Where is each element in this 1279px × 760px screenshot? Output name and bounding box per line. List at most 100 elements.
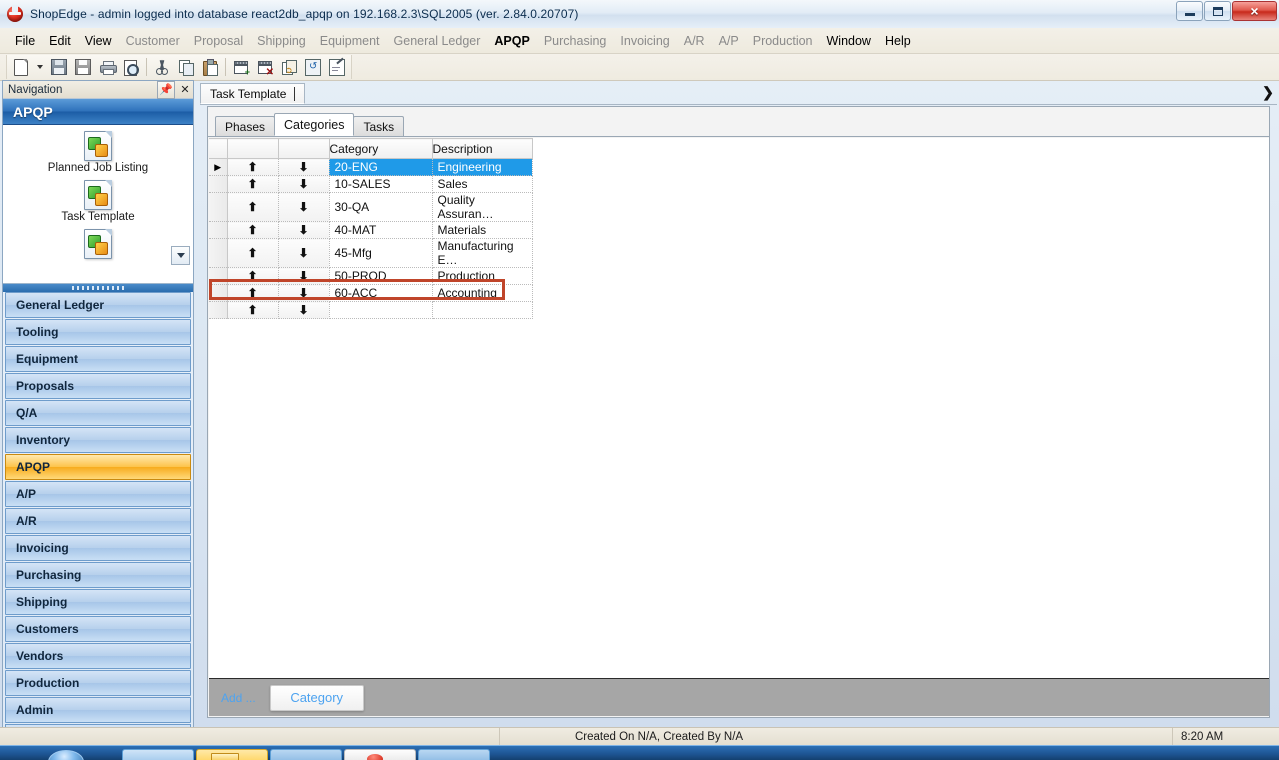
move-up-button[interactable]: ⬆ bbox=[227, 238, 279, 268]
cell-category[interactable]: 60-ACC bbox=[329, 284, 433, 302]
table-row[interactable]: ⬆ ⬇ 10-SALES Sales bbox=[209, 175, 533, 193]
grid-header-category[interactable]: Category bbox=[329, 138, 433, 159]
sidebar-item-general-ledger[interactable]: General Ledger bbox=[5, 292, 191, 318]
move-up-button[interactable]: ⬆ bbox=[227, 221, 279, 239]
save-button[interactable] bbox=[48, 56, 70, 78]
navigation-scroll-down-button[interactable] bbox=[171, 246, 190, 265]
tab-phases[interactable]: Phases bbox=[215, 116, 276, 136]
sidebar-item-invoicing[interactable]: Invoicing bbox=[5, 535, 191, 561]
sidebar-item-proposals[interactable]: Proposals bbox=[5, 373, 191, 399]
copy-button[interactable] bbox=[175, 56, 197, 78]
menu-item-purchasing[interactable]: Purchasing bbox=[537, 31, 614, 51]
close-icon[interactable]: ✕ bbox=[177, 82, 193, 98]
cut-button[interactable] bbox=[151, 56, 173, 78]
menu-item-invoicing[interactable]: Invoicing bbox=[613, 31, 676, 51]
cell-description[interactable]: Materials bbox=[432, 221, 533, 239]
move-up-button[interactable]: ⬆ bbox=[227, 301, 279, 319]
cell-category[interactable]: 40-MAT bbox=[329, 221, 433, 239]
sidebar-item-inventory[interactable]: Inventory bbox=[5, 427, 191, 453]
menu-item-general-ledger[interactable]: General Ledger bbox=[387, 31, 488, 51]
move-down-button[interactable]: ⬇ bbox=[278, 284, 330, 302]
nav-entry-planned-job-listing[interactable]: Planned Job Listing bbox=[3, 125, 193, 174]
menu-item-shipping[interactable]: Shipping bbox=[250, 31, 313, 51]
sidebar-item-qa[interactable]: Q/A bbox=[5, 400, 191, 426]
move-down-button[interactable]: ⬇ bbox=[278, 158, 330, 176]
move-up-button[interactable]: ⬆ bbox=[227, 267, 279, 285]
categories-grid[interactable]: Category Description ▶ ⬆ ⬇ 20-ENG Engine… bbox=[209, 138, 1269, 683]
move-down-button[interactable]: ⬇ bbox=[278, 192, 330, 222]
save-all-button[interactable] bbox=[72, 56, 94, 78]
sidebar-item-purchasing[interactable]: Purchasing bbox=[5, 562, 191, 588]
menu-item-proposal[interactable]: Proposal bbox=[187, 31, 250, 51]
cell-description[interactable]: Production bbox=[432, 267, 533, 285]
menu-item-file[interactable]: File bbox=[8, 31, 42, 51]
new-document-dropdown-button[interactable] bbox=[34, 56, 46, 78]
taskbar-button[interactable] bbox=[344, 749, 416, 760]
sidebar-item-ar[interactable]: A/R bbox=[5, 508, 191, 534]
new-document-button[interactable] bbox=[10, 56, 32, 78]
navigation-splitter[interactable] bbox=[3, 284, 193, 292]
cell-category[interactable]: 20-ENG bbox=[329, 158, 433, 176]
move-down-button[interactable]: ⬇ bbox=[278, 267, 330, 285]
move-up-button[interactable]: ⬆ bbox=[227, 284, 279, 302]
move-down-button[interactable]: ⬇ bbox=[278, 301, 330, 319]
sidebar-item-production[interactable]: Production bbox=[5, 670, 191, 696]
add-category-button[interactable]: Category bbox=[269, 684, 364, 711]
table-row[interactable]: ⬆ ⬇ 30-QA Quality Assuran… bbox=[209, 192, 533, 222]
menu-item-edit[interactable]: Edit bbox=[42, 31, 78, 51]
pin-icon[interactable]: 📌 bbox=[157, 80, 175, 99]
sidebar-item-ap[interactable]: A/P bbox=[5, 481, 191, 507]
cell-category[interactable]: 10-SALES bbox=[329, 175, 433, 193]
delete-record-button[interactable]: ✕ bbox=[254, 56, 276, 78]
sidebar-item-admin[interactable]: Admin bbox=[5, 697, 191, 723]
tab-categories[interactable]: Categories bbox=[274, 113, 355, 136]
maximize-restore-button[interactable] bbox=[1204, 1, 1231, 21]
move-down-button[interactable]: ⬇ bbox=[278, 238, 330, 268]
document-tab-task-template[interactable]: Task Template bbox=[200, 83, 306, 104]
menu-item-window[interactable]: Window bbox=[820, 31, 878, 51]
taskbar-button[interactable] bbox=[418, 749, 490, 760]
taskbar-button[interactable] bbox=[196, 749, 268, 760]
menu-item-ar[interactable]: A/R bbox=[677, 31, 712, 51]
cell-category[interactable]: 30-QA bbox=[329, 192, 433, 222]
print-preview-button[interactable] bbox=[120, 56, 142, 78]
table-row-new[interactable]: ⬆ ⬇ bbox=[209, 301, 533, 319]
refresh-button[interactable]: ↺ bbox=[302, 56, 324, 78]
sidebar-item-equipment[interactable]: Equipment bbox=[5, 346, 191, 372]
table-row[interactable]: ⬆ ⬇ 40-MAT Materials bbox=[209, 221, 533, 239]
sidebar-item-tooling[interactable]: Tooling bbox=[5, 319, 191, 345]
move-down-button[interactable]: ⬇ bbox=[278, 221, 330, 239]
sidebar-item-shipping[interactable]: Shipping bbox=[5, 589, 191, 615]
close-button[interactable]: × bbox=[1232, 1, 1277, 21]
tab-overflow-button[interactable]: ❯ bbox=[1259, 82, 1277, 102]
menu-item-help[interactable]: Help bbox=[878, 31, 918, 51]
tab-tasks[interactable]: Tasks bbox=[353, 116, 405, 136]
minimize-button[interactable] bbox=[1176, 1, 1203, 21]
table-row[interactable]: ⬆ ⬇ 45-Mfg Manufacturing E… bbox=[209, 238, 533, 268]
add-record-button[interactable]: + bbox=[230, 56, 252, 78]
cell-description[interactable]: Engineering bbox=[432, 158, 533, 176]
cell-description[interactable] bbox=[432, 301, 533, 319]
menu-item-production[interactable]: Production bbox=[746, 31, 820, 51]
duplicate-record-button[interactable]: ➲ bbox=[278, 56, 300, 78]
edit-record-button[interactable] bbox=[326, 56, 348, 78]
cell-description[interactable]: Accounting bbox=[432, 284, 533, 302]
table-row[interactable]: ⬆ ⬇ 50-PROD Production bbox=[209, 267, 533, 285]
cell-description[interactable]: Quality Assuran… bbox=[432, 192, 533, 222]
move-down-button[interactable]: ⬇ bbox=[278, 175, 330, 193]
sidebar-item-customers[interactable]: Customers bbox=[5, 616, 191, 642]
move-up-button[interactable]: ⬆ bbox=[227, 175, 279, 193]
table-row[interactable]: ▶ ⬆ ⬇ 20-ENG Engineering bbox=[209, 158, 533, 176]
cell-description[interactable]: Manufacturing E… bbox=[432, 238, 533, 268]
move-up-button[interactable]: ⬆ bbox=[227, 158, 279, 176]
taskbar-button[interactable] bbox=[270, 749, 342, 760]
taskbar-button[interactable] bbox=[122, 749, 194, 760]
print-button[interactable] bbox=[96, 56, 118, 78]
paste-button[interactable] bbox=[199, 56, 221, 78]
menu-item-ap[interactable]: A/P bbox=[712, 31, 746, 51]
sidebar-item-vendors[interactable]: Vendors bbox=[5, 643, 191, 669]
cell-category[interactable] bbox=[329, 301, 433, 319]
nav-entry-task-template[interactable]: Task Template bbox=[3, 174, 193, 223]
cell-category[interactable]: 50-PROD bbox=[329, 267, 433, 285]
move-up-button[interactable]: ⬆ bbox=[227, 192, 279, 222]
